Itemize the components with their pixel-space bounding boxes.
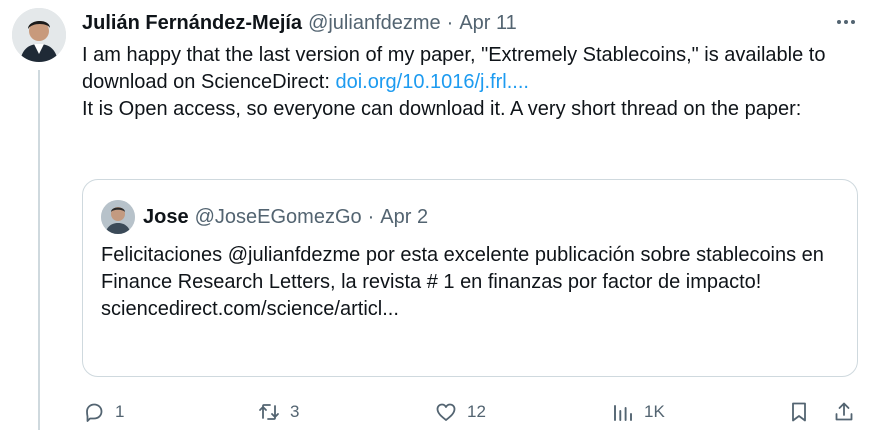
heart-icon xyxy=(436,403,456,421)
reply-button[interactable]: 1 xyxy=(82,396,124,428)
quote-separator: · xyxy=(367,205,375,228)
author-avatar-image xyxy=(12,8,66,62)
quote-header: Jose @JoseEGomezGo · Apr 2 xyxy=(143,202,428,232)
tweet-text: I am happy that the last version of my p… xyxy=(82,42,862,123)
retweet-count: 3 xyxy=(290,402,300,421)
author-handle[interactable]: @julianfdezme xyxy=(308,12,441,35)
like-button[interactable]: 12 xyxy=(434,396,486,428)
bookmark-icon xyxy=(792,402,806,422)
quote-avatar-image xyxy=(101,200,135,234)
author-name[interactable]: Julián Fernández-Mejía xyxy=(82,12,302,35)
share-icon xyxy=(835,402,853,421)
quote-author-handle[interactable]: @JoseEGomezGo xyxy=(195,206,362,229)
quote-author-name[interactable]: Jose xyxy=(143,206,189,229)
doi-link[interactable]: doi.org/10.1016/j.frl.... xyxy=(335,71,528,93)
quote-text: Felicitaciones @julianfdezme por esta ex… xyxy=(101,242,831,323)
tweet-header: Julián Fernández-Mejía @julianfdezme · A… xyxy=(82,8,517,38)
reply-count: 1 xyxy=(115,402,125,421)
views-count: 1K xyxy=(644,402,665,421)
tweet-text-line2: It is Open access, so everyone can downl… xyxy=(82,98,802,120)
thread-line xyxy=(38,70,40,430)
analytics-icon xyxy=(614,405,632,421)
quote-author-avatar[interactable] xyxy=(101,200,135,234)
quote-body: Felicitaciones @julianfdezme por esta ex… xyxy=(101,244,824,293)
quote-date[interactable]: Apr 2 xyxy=(380,206,428,229)
more-horizontal-icon xyxy=(837,20,855,24)
separator: · xyxy=(446,11,454,34)
retweet-button[interactable]: 3 xyxy=(257,396,299,428)
retweet-icon xyxy=(259,404,279,420)
quoted-tweet[interactable]: Jose @JoseEGomezGo · Apr 2 Felicitacione… xyxy=(82,179,858,377)
more-options-button[interactable] xyxy=(830,10,862,34)
share-button[interactable] xyxy=(832,396,856,428)
views-button[interactable]: 1K xyxy=(611,396,665,428)
tweet-date[interactable]: Apr 11 xyxy=(459,12,516,35)
like-count: 12 xyxy=(467,402,486,421)
bookmark-button[interactable] xyxy=(787,396,811,428)
author-avatar[interactable] xyxy=(12,8,66,62)
action-bar: 1 3 12 1K xyxy=(82,396,862,428)
quote-link[interactable]: sciencedirect.com/science/articl... xyxy=(101,298,399,320)
reply-icon xyxy=(86,403,103,422)
